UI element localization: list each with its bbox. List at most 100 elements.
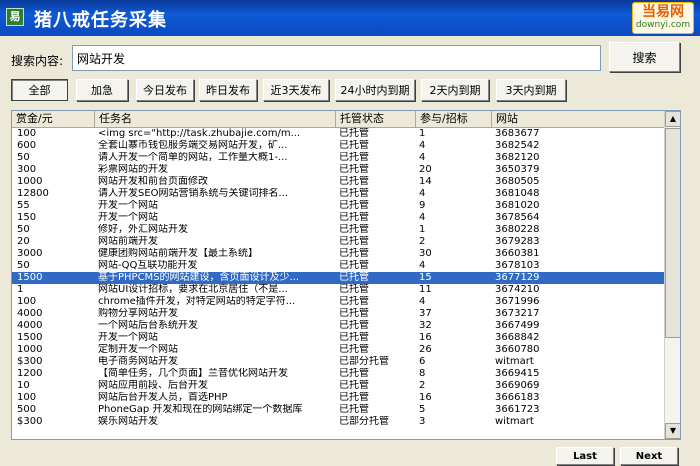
column-header-site[interactable]: 网站 bbox=[492, 111, 665, 128]
cell-participants: 2 bbox=[419, 236, 426, 247]
cell-escrow-status: 已托管 bbox=[339, 128, 369, 139]
table-row[interactable]: 1 网站UI设计招标，要求在北京居住（不是... 已托管 11 3674210 bbox=[12, 284, 665, 296]
table-row[interactable]: 100 <img src="http://task.zhubajie.com/m.… bbox=[12, 128, 665, 140]
column-header-participants[interactable]: 参与/招标 bbox=[416, 111, 492, 128]
column-header-escrow-status[interactable]: 托管状态 bbox=[336, 111, 416, 128]
table-row[interactable]: 500 PhoneGap 开发和现在的网站绑定一个数据库 已托管 5 3661723 bbox=[12, 404, 665, 416]
cell-escrow-status: 已托管 bbox=[339, 236, 369, 247]
table-row[interactable]: 12800 请人开发SEO网站营销系统与关键词排名... 已托管 4 3681048 bbox=[12, 188, 665, 200]
table-row[interactable]: 1000 网站开发和前台页面修改 已托管 14 3680505 bbox=[12, 176, 665, 188]
filter-urgent-button[interactable]: 加急 bbox=[76, 79, 128, 101]
cell-site: 3668842 bbox=[495, 332, 540, 343]
cell-site: 3674210 bbox=[495, 284, 540, 295]
scroll-down-icon[interactable]: ▼ bbox=[665, 423, 680, 439]
cell-participants: 5 bbox=[419, 404, 426, 415]
cell-site: 3679283 bbox=[495, 236, 540, 247]
table-row[interactable]: 100 chrome插件开发，对特定网站的特定字符... 已托管 4 3671996 bbox=[12, 296, 665, 308]
table-row[interactable]: 600 全套山寨币钱包服务端交易网站开发，矿... 已托管 4 3682542 bbox=[12, 140, 665, 152]
cell-escrow-status: 已部分托管 bbox=[339, 356, 389, 367]
table-row[interactable]: 1500 开发一个网站 已托管 16 3668842 bbox=[12, 332, 665, 344]
cell-site: 3680228 bbox=[495, 224, 540, 235]
cell-escrow-status: 已托管 bbox=[339, 392, 369, 403]
cell-participants: 9 bbox=[419, 200, 426, 211]
table-row[interactable]: 300 彩票网站的开发 已托管 20 3650379 bbox=[12, 164, 665, 176]
table-row[interactable]: 4000 一个网站后台系统开发 已托管 32 3667499 bbox=[12, 320, 665, 332]
cell-task-name: 网站应用前段、后台开发 bbox=[98, 380, 208, 391]
column-header-task-name[interactable]: 任务名 bbox=[95, 111, 336, 128]
cell-site: 3683677 bbox=[495, 128, 540, 139]
filter-24h-expire-button[interactable]: 24小时内到期 bbox=[335, 79, 415, 101]
table-row[interactable]: 1000 定制开发一个网站 已托管 26 3660780 bbox=[12, 344, 665, 356]
cell-bounty: 12800 bbox=[17, 188, 49, 199]
column-header-bounty[interactable]: 赏金/元 bbox=[12, 111, 95, 128]
filter-3day-expire-button[interactable]: 3天内到期 bbox=[496, 79, 566, 101]
cell-participants: 4 bbox=[419, 296, 426, 307]
filter-2day-expire-button[interactable]: 2天内到期 bbox=[421, 79, 489, 101]
table-row[interactable]: $300 电子商务网站开发 已部分托管 6 witmart bbox=[12, 356, 665, 368]
cell-task-name: PhoneGap 开发和现在的网站绑定一个数据库 bbox=[98, 404, 303, 415]
cell-task-name: 基于PHPCMS的网站建设，含页面设计及少... bbox=[98, 272, 300, 283]
search-label: 搜索内容: bbox=[11, 54, 64, 68]
table-row[interactable]: $300 娱乐网站开发 已部分托管 3 witmart bbox=[12, 416, 665, 428]
table-row[interactable]: 55 开发一个网站 已托管 9 3681020 bbox=[12, 200, 665, 212]
cell-site: 3677129 bbox=[495, 272, 540, 283]
last-page-button[interactable]: Last bbox=[556, 447, 614, 465]
cell-task-name: 开发一个网站 bbox=[98, 200, 158, 211]
table-row[interactable]: 3000 健康团购网站前端开发【最土系统】 已托管 30 3660381 bbox=[12, 248, 665, 260]
table-row[interactable]: 10 网站应用前段、后台开发 已托管 2 3669069 bbox=[12, 380, 665, 392]
cell-escrow-status: 已托管 bbox=[339, 212, 369, 223]
cell-site: 3681048 bbox=[495, 188, 540, 199]
cell-escrow-status: 已托管 bbox=[339, 248, 369, 259]
cell-escrow-status: 已托管 bbox=[339, 296, 369, 307]
cell-escrow-status: 已托管 bbox=[339, 308, 369, 319]
cell-task-name: 【简单任务，几个页面】兰音优化网站开发 bbox=[98, 368, 288, 379]
cell-participants: 4 bbox=[419, 188, 426, 199]
cell-participants: 2 bbox=[419, 380, 426, 391]
table-row[interactable]: 1500 基于PHPCMS的网站建设，含页面设计及少... 已托管 15 3677129 bbox=[12, 272, 665, 284]
cell-bounty: 1000 bbox=[17, 344, 43, 355]
cell-site: 3667499 bbox=[495, 320, 540, 331]
cell-participants: 1 bbox=[419, 224, 426, 235]
cell-bounty: 300 bbox=[17, 164, 37, 175]
cell-site: 3661723 bbox=[495, 404, 540, 415]
filter-3days-button[interactable]: 近3天发布 bbox=[263, 79, 329, 101]
filter-all-button[interactable]: 全部 bbox=[11, 79, 68, 101]
cell-participants: 16 bbox=[419, 332, 432, 343]
table-row[interactable]: 4000 购物分享网站开发 已托管 37 3673217 bbox=[12, 308, 665, 320]
next-page-button[interactable]: Next bbox=[620, 447, 678, 465]
cell-bounty: $300 bbox=[17, 356, 43, 367]
cell-bounty: $300 bbox=[17, 416, 43, 427]
table-row[interactable]: 50 请人开发一个简单的网站，工作量大概1-... 已托管 4 3682120 bbox=[12, 152, 665, 164]
cell-escrow-status: 已托管 bbox=[339, 188, 369, 199]
table-row[interactable]: 150 开发一个网站 已托管 4 3678564 bbox=[12, 212, 665, 224]
table-row[interactable]: 20 网站前端开发 已托管 2 3679283 bbox=[12, 236, 665, 248]
cell-bounty: 50 bbox=[17, 260, 30, 271]
cell-task-name: 电子商务网站开发 bbox=[98, 356, 178, 367]
scroll-up-icon[interactable]: ▲ bbox=[665, 111, 680, 127]
cell-bounty: 100 bbox=[17, 296, 37, 307]
cell-bounty: 4000 bbox=[17, 308, 43, 319]
cell-bounty: 20 bbox=[17, 236, 30, 247]
cell-participants: 4 bbox=[419, 152, 426, 163]
table-row[interactable]: 1200 【简单任务，几个页面】兰音优化网站开发 已托管 8 3669415 bbox=[12, 368, 665, 380]
cell-task-name: 开发一个网站 bbox=[98, 212, 158, 223]
filter-yesterday-button[interactable]: 昨日发布 bbox=[199, 79, 257, 101]
cell-task-name: 一个网站后台系统开发 bbox=[98, 320, 198, 331]
table-row[interactable]: 50 修好，外汇网站开发 已托管 1 3680228 bbox=[12, 224, 665, 236]
table-row[interactable]: 100 网站后台开发人员，首选PHP 已托管 16 3666183 bbox=[12, 392, 665, 404]
cell-escrow-status: 已托管 bbox=[339, 344, 369, 355]
vertical-scrollbar[interactable]: ▲ ▼ bbox=[664, 111, 680, 439]
cell-bounty: 100 bbox=[17, 392, 37, 403]
cell-site: 3681020 bbox=[495, 200, 540, 211]
cell-bounty: 600 bbox=[17, 140, 37, 151]
cell-escrow-status: 已托管 bbox=[339, 200, 369, 211]
cell-escrow-status: 已托管 bbox=[339, 272, 369, 283]
table-row[interactable]: 50 网站-QQ互联功能开发 已托管 4 3678103 bbox=[12, 260, 665, 272]
title-bar: 易 猪八戒任务采集 当易网 downyi.com bbox=[0, 0, 700, 36]
scrollbar-thumb[interactable] bbox=[665, 128, 680, 338]
search-button[interactable]: 搜索 bbox=[609, 42, 680, 72]
filter-today-button[interactable]: 今日发布 bbox=[136, 79, 194, 101]
search-input[interactable] bbox=[72, 45, 601, 71]
task-list[interactable]: 赏金/元 任务名 托管状态 参与/招标 网站 100 <img src="http… bbox=[11, 110, 681, 440]
cell-site: 3669415 bbox=[495, 368, 540, 379]
